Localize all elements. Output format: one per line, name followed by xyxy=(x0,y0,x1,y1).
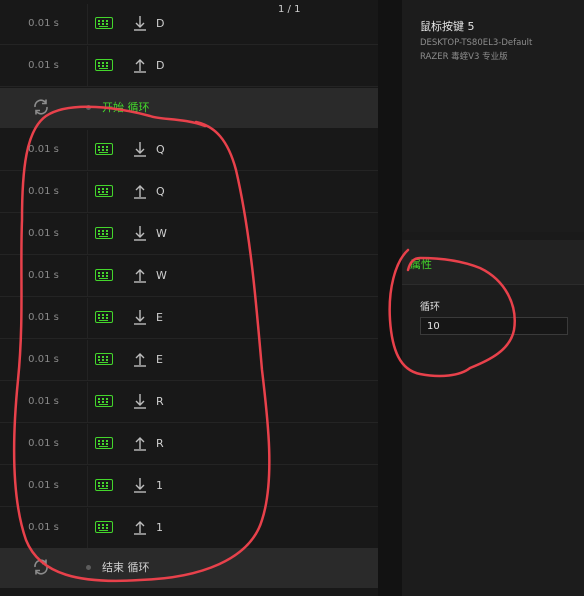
key-up-arrow-icon xyxy=(134,437,146,451)
event-delay: 0.01 s xyxy=(0,298,88,338)
macro-event-row[interactable]: 0.01 s E xyxy=(0,340,378,381)
key-up-arrow-icon xyxy=(134,353,146,367)
key-down-arrow-icon xyxy=(134,226,146,241)
loop-label: 结束 循环 xyxy=(102,561,150,574)
event-key: R xyxy=(156,437,164,450)
loop-start-row[interactable]: 开始 循环 xyxy=(0,88,378,128)
key-up-arrow-icon xyxy=(134,521,146,535)
macro-event-row[interactable]: 0.01 s W xyxy=(0,256,378,297)
keyboard-icon xyxy=(95,227,113,239)
loop-icon xyxy=(34,99,48,115)
keyboard-icon xyxy=(95,59,113,71)
macro-event-row[interactable]: 0.01 s W xyxy=(0,214,378,255)
keyboard-icon xyxy=(95,479,113,491)
device-info-card: 鼠标按键 5 DESKTOP-TS80EL3-Default RAZER 毒蝰V… xyxy=(402,0,584,232)
key-down-arrow-icon xyxy=(134,310,146,325)
event-key: D xyxy=(156,59,165,72)
properties-panel: 属性 循环 xyxy=(402,240,584,596)
event-delay: 0.01 s xyxy=(0,508,88,548)
page-indicator: 1 / 1 xyxy=(278,4,301,15)
keyboard-icon xyxy=(95,17,113,29)
macro-event-row[interactable]: 0.01 s R xyxy=(0,382,378,423)
event-key: 1 xyxy=(156,521,163,534)
macro-event-row[interactable]: 0.01 s Q xyxy=(0,172,378,213)
loop-icon xyxy=(34,559,48,575)
keyboard-icon xyxy=(95,143,113,155)
event-key: Q xyxy=(156,143,165,156)
event-delay: 0.01 s xyxy=(0,214,88,254)
loop-count-input[interactable] xyxy=(420,317,568,335)
event-key: E xyxy=(156,311,163,324)
event-key: E xyxy=(156,353,163,366)
event-delay: 0.01 s xyxy=(0,46,88,86)
device-model-name: RAZER 毒蝰V3 专业版 xyxy=(420,52,508,62)
keyboard-icon xyxy=(95,185,113,197)
keyboard-icon xyxy=(95,437,113,449)
loop-count-label: 循环 xyxy=(420,302,440,313)
event-delay: 0.01 s xyxy=(0,256,88,296)
event-delay: 0.01 s xyxy=(0,424,88,464)
macro-event-row[interactable]: 0.01 s D xyxy=(0,46,378,87)
loop-end-row[interactable]: 结束 循环 xyxy=(0,548,378,588)
key-down-arrow-icon xyxy=(134,478,146,493)
event-key: W xyxy=(156,269,167,282)
macro-event-list: 0.01 s D 0.01 s D 开始 循环 0.01 s Q 0.01 s Q 0.01 s W… xyxy=(0,0,378,596)
keyboard-icon xyxy=(95,269,113,281)
event-delay: 0.01 s xyxy=(0,382,88,422)
event-delay: 0.01 s xyxy=(0,4,88,44)
event-key: 1 xyxy=(156,479,163,492)
macro-event-row[interactable]: 0.01 s 1 xyxy=(0,508,378,549)
device-button-title: 鼠标按键 5 xyxy=(420,20,475,33)
device-profile-name: DESKTOP-TS80EL3-Default xyxy=(420,38,533,48)
key-down-arrow-icon xyxy=(134,16,146,31)
key-up-arrow-icon xyxy=(134,269,146,283)
event-key: R xyxy=(156,395,164,408)
properties-title: 属性 xyxy=(410,258,432,271)
panel-divider xyxy=(378,0,402,596)
event-delay: 0.01 s xyxy=(0,172,88,212)
key-down-arrow-icon xyxy=(134,142,146,157)
event-key: D xyxy=(156,17,165,30)
keyboard-icon xyxy=(95,395,113,407)
macro-event-row[interactable]: 0.01 s 1 xyxy=(0,466,378,507)
loop-label: 开始 循环 xyxy=(102,101,150,114)
macro-event-row[interactable]: 0.01 s Q xyxy=(0,130,378,171)
keyboard-icon xyxy=(95,311,113,323)
loop-dot xyxy=(86,105,91,110)
keyboard-icon xyxy=(95,521,113,533)
event-delay: 0.01 s xyxy=(0,466,88,506)
key-up-arrow-icon xyxy=(134,59,146,73)
event-key: W xyxy=(156,227,167,240)
key-down-arrow-icon xyxy=(134,394,146,409)
properties-header: 属性 xyxy=(402,240,584,285)
loop-dot xyxy=(86,565,91,570)
key-up-arrow-icon xyxy=(134,185,146,199)
event-delay: 0.01 s xyxy=(0,130,88,170)
macro-event-row[interactable]: 0.01 s D xyxy=(0,4,378,45)
event-key: Q xyxy=(156,185,165,198)
keyboard-icon xyxy=(95,353,113,365)
macro-event-row[interactable]: 0.01 s E xyxy=(0,298,378,339)
event-delay: 0.01 s xyxy=(0,340,88,380)
macro-event-row[interactable]: 0.01 s R xyxy=(0,424,378,465)
